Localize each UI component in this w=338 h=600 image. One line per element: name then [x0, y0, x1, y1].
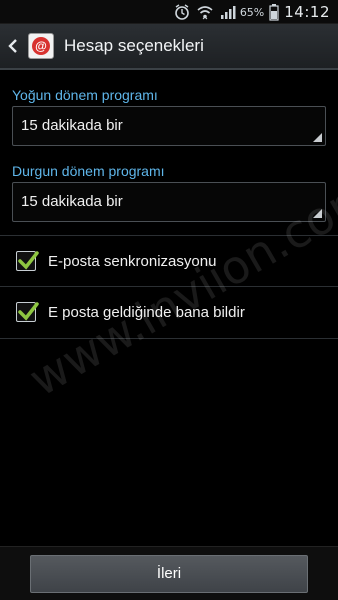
back-arrow-icon[interactable]: [2, 23, 24, 69]
divider: [0, 235, 338, 236]
email-sync-checkbox[interactable]: [16, 251, 39, 271]
signal-icon: [219, 3, 237, 21]
battery-icon: [269, 3, 279, 21]
next-button[interactable]: İleri: [30, 555, 308, 593]
page-title: Hesap seçenekleri: [64, 36, 204, 55]
peak-schedule-label: Yoğun dönem programı: [12, 87, 158, 103]
notify-label: E posta geldiğinde bana bildir: [48, 303, 245, 321]
checkmark-icon: [18, 302, 39, 321]
battery-percent: 65%: [239, 5, 265, 19]
email-sync-label: E-posta senkronizasyonu: [48, 252, 217, 270]
notify-row[interactable]: E posta geldiğinde bana bildir: [0, 288, 338, 336]
peak-schedule-spinner[interactable]: 15 dakikada bir: [12, 106, 326, 146]
status-icons: 65% 14:12: [168, 2, 330, 22]
wifi-icon: [196, 3, 214, 21]
email-app-icon[interactable]: @: [28, 33, 54, 59]
offpeak-schedule-spinner[interactable]: 15 dakikada bir: [12, 182, 326, 222]
peak-schedule-value: 15 dakikada bir: [21, 117, 123, 134]
dropdown-arrow-icon: [313, 133, 322, 142]
email-sync-row[interactable]: E-posta senkronizasyonu: [0, 237, 338, 285]
dropdown-arrow-icon: [313, 209, 322, 218]
at-sign-icon: @: [32, 37, 50, 55]
bottom-bar: İleri: [0, 546, 338, 600]
offpeak-schedule-label: Durgun dönem programı: [12, 163, 165, 179]
offpeak-schedule-value: 15 dakikada bir: [21, 193, 123, 210]
divider: [0, 286, 338, 287]
clock: 14:12: [284, 3, 330, 21]
divider: [0, 338, 338, 339]
checkmark-icon: [18, 251, 39, 270]
alarm-icon: [173, 3, 191, 21]
action-bar: @ Hesap seçenekleri: [0, 24, 338, 70]
status-bar: 65% 14:12: [0, 0, 338, 24]
notify-checkbox[interactable]: [16, 302, 39, 322]
